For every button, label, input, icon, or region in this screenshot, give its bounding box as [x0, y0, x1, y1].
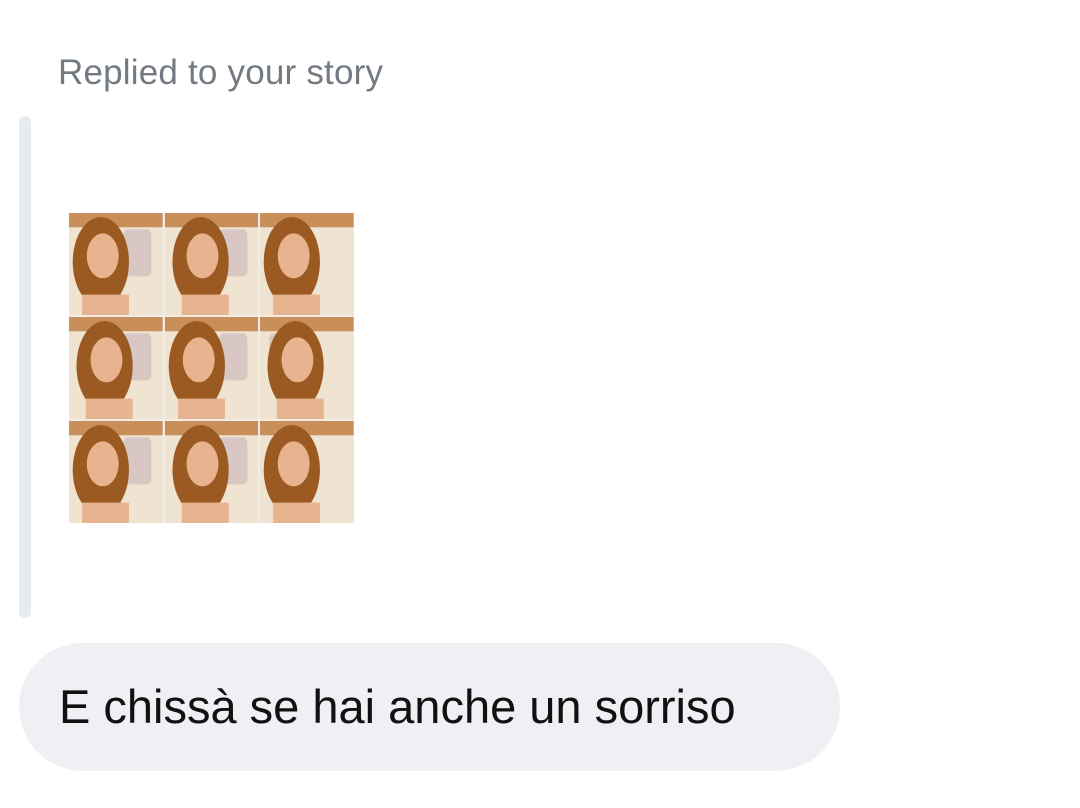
reply-quote-bar	[19, 116, 31, 618]
replied-to-story-label: Replied to your story	[58, 53, 384, 92]
story-photo-tile	[69, 213, 163, 315]
story-photo-tile	[69, 317, 163, 419]
message-bubble[interactable]: E chissà se hai anche un sorriso	[19, 643, 840, 771]
story-photo-tile	[164, 213, 259, 315]
message-text: E chissà se hai anche un sorriso	[59, 680, 736, 733]
story-photo-tile	[260, 213, 354, 315]
story-photo-tile	[164, 317, 259, 419]
story-photo-tile	[164, 421, 259, 523]
story-photo-tile	[260, 317, 354, 419]
story-thumbnail[interactable]	[69, 213, 354, 523]
story-photo-tile	[69, 421, 163, 523]
story-photo-tile	[260, 421, 354, 523]
